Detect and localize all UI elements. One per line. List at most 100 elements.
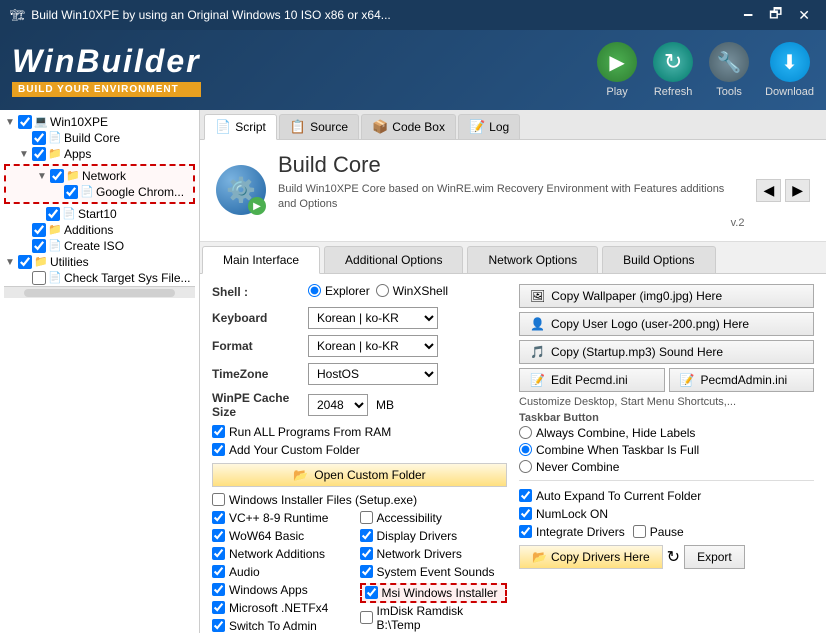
refresh-button[interactable]: ↻ Refresh — [653, 42, 693, 98]
tree-item-checktarget[interactable]: 📄 Check Target Sys File... — [4, 270, 195, 286]
taskbar-always-radio[interactable] — [519, 426, 532, 439]
taskbar-never-radio[interactable] — [519, 460, 532, 473]
tree-item-utilities[interactable]: ▼ 📁 Utilities — [4, 254, 195, 270]
taskbar-never-label: Never Combine — [536, 460, 619, 474]
network-drivers-row: Network Drivers — [360, 547, 508, 561]
tree-toggle[interactable]: ▼ — [18, 149, 30, 160]
display-drivers-check[interactable] — [360, 529, 373, 542]
windows-apps-check[interactable] — [212, 583, 225, 596]
tree-item-googlechrome[interactable]: 📄 Google Chrom... — [8, 184, 191, 200]
nav-prev-button[interactable]: ◀ — [756, 179, 781, 202]
format-select[interactable]: Korean | ko-KR — [308, 335, 438, 357]
pecmdadmin-button[interactable]: 📝 PecmdAdmin.ini — [669, 368, 815, 392]
add-custom-folder-check[interactable] — [212, 443, 225, 456]
audio-check[interactable] — [212, 565, 225, 578]
auto-expand-check[interactable] — [519, 489, 532, 502]
explorer-radio-label[interactable]: Explorer — [308, 284, 370, 298]
play-button[interactable]: ▶ Play — [597, 42, 637, 98]
pause-check[interactable] — [633, 525, 646, 538]
tree-panel[interactable]: ▼ 💻 Win10XPE 📄 Build Core ▼ 📁 Apps ▼ — [0, 110, 200, 633]
wow64-check[interactable] — [212, 529, 225, 542]
inner-tab-main[interactable]: Main Interface — [202, 246, 320, 274]
tree-scrollbar[interactable] — [4, 286, 195, 298]
tree-item-buildcore[interactable]: 📄 Build Core — [4, 130, 195, 146]
imdisk-label: ImDisk Ramdisk B:\Temp — [377, 604, 508, 632]
tree-item-apps[interactable]: ▼ 📁 Apps — [4, 146, 195, 162]
minimize-button[interactable]: 🗕 — [737, 3, 759, 27]
switch-admin-check[interactable] — [212, 619, 225, 632]
taskbar-combine-radio[interactable] — [519, 443, 532, 456]
folder-icon: 📁 — [48, 223, 62, 237]
refresh-icon: ↻ — [653, 42, 693, 82]
nav-next-button[interactable]: ▶ — [785, 179, 810, 202]
winxshell-radio-label[interactable]: WinXShell — [376, 284, 448, 298]
tab-script[interactable]: 📄 Script — [204, 114, 277, 140]
tree-check-win10xpe[interactable] — [18, 115, 32, 129]
imdisk-check[interactable] — [360, 611, 373, 624]
tree-item-network[interactable]: ▼ 📁 Network — [8, 168, 191, 184]
network-additions-check[interactable] — [212, 547, 225, 560]
copy-drivers-button[interactable]: 📂 Copy Drivers Here — [519, 545, 663, 569]
edit-pecmd-button[interactable]: 📝 Edit Pecmd.ini — [519, 368, 665, 392]
tree-label: Start10 — [78, 207, 117, 221]
timezone-select[interactable]: HostOS — [308, 363, 438, 385]
microsoft-netfx-check[interactable] — [212, 601, 225, 614]
tree-toggle[interactable]: ▼ — [4, 117, 16, 128]
open-custom-folder-button[interactable]: 📂 Open Custom Folder — [212, 463, 507, 487]
integrate-drivers-check[interactable] — [519, 525, 532, 538]
export-button[interactable]: Export — [684, 545, 745, 569]
tools-label: Tools — [716, 86, 742, 98]
tree-check-additions[interactable] — [32, 223, 46, 237]
winxshell-radio[interactable] — [376, 284, 389, 297]
explorer-radio[interactable] — [308, 284, 321, 297]
system-event-sounds-row: System Event Sounds — [360, 565, 508, 579]
tree-check-checktarget[interactable] — [32, 271, 46, 285]
item-icon: 📄 — [62, 207, 76, 221]
numlock-check[interactable] — [519, 507, 532, 520]
scroll-track — [24, 289, 175, 297]
tools-button[interactable]: 🔧 Tools — [709, 42, 749, 98]
tree-check-createiso[interactable] — [32, 239, 46, 253]
wincache-select[interactable]: 2048 — [308, 394, 368, 416]
tree-label: Check Target Sys File... — [64, 271, 191, 285]
tree-toggle[interactable]: ▼ — [4, 257, 16, 268]
msi-installer-check[interactable] — [365, 586, 378, 599]
accessibility-check[interactable] — [360, 511, 373, 524]
tree-check-apps[interactable] — [32, 147, 46, 161]
tree-check-buildcore[interactable] — [32, 131, 46, 145]
tree-item-win10xpe[interactable]: ▼ 💻 Win10XPE — [4, 114, 195, 130]
windows-installer-check[interactable] — [212, 493, 225, 506]
copy-user-logo-button[interactable]: 👤 Copy User Logo (user-200.png) Here — [519, 312, 814, 336]
integrate-drivers-row: Integrate Drivers — [519, 525, 625, 539]
close-button[interactable]: ✕ — [792, 3, 816, 27]
tab-source[interactable]: 📋 Source — [279, 114, 359, 139]
network-drivers-label: Network Drivers — [377, 547, 462, 561]
inner-tab-build[interactable]: Build Options — [602, 246, 715, 274]
keyboard-select[interactable]: Korean | ko-KR — [308, 307, 438, 329]
tree-check-googlechrome[interactable] — [64, 185, 78, 199]
tab-log[interactable]: 📝 Log — [458, 114, 520, 139]
inner-tab-network[interactable]: Network Options — [467, 246, 598, 274]
content-header: ⚙️ ▶ Build Core Build Win10XPE Core base… — [200, 140, 826, 242]
tree-item-createiso[interactable]: 📄 Create ISO — [4, 238, 195, 254]
tree-toggle[interactable]: ▼ — [36, 171, 48, 182]
checkbox-grid: Windows Installer Files (Setup.exe) VC++… — [212, 493, 507, 633]
inner-tab-additional[interactable]: Additional Options — [324, 246, 463, 274]
download-button[interactable]: ⬇ Download — [765, 42, 814, 98]
tree-item-additions[interactable]: 📁 Additions — [4, 222, 195, 238]
system-event-sounds-check[interactable] — [360, 565, 373, 578]
tree-item-start10[interactable]: 📄 Start10 — [4, 206, 195, 222]
maximize-button[interactable]: 🗗 — [763, 3, 788, 27]
tree-check-network[interactable] — [50, 169, 64, 183]
copy-sound-button[interactable]: 🎵 Copy (Startup.mp3) Sound Here — [519, 340, 814, 364]
network-drivers-check[interactable] — [360, 547, 373, 560]
tree-check-utilities[interactable] — [18, 255, 32, 269]
refresh-drivers-icon: ↻ — [667, 547, 680, 567]
tree-check-start10[interactable] — [46, 207, 60, 221]
copy-wallpaper-button[interactable]: 🖼 Copy Wallpaper (img0.jpg) Here — [519, 284, 814, 308]
shell-row: Shell : Explorer WinXShell — [212, 284, 507, 301]
run-all-ram-check[interactable] — [212, 425, 225, 438]
title-bar-controls[interactable]: 🗕 🗗 ✕ — [737, 3, 816, 27]
tab-codebox[interactable]: 📦 Code Box — [361, 114, 456, 139]
vc-runtime-check[interactable] — [212, 511, 225, 524]
